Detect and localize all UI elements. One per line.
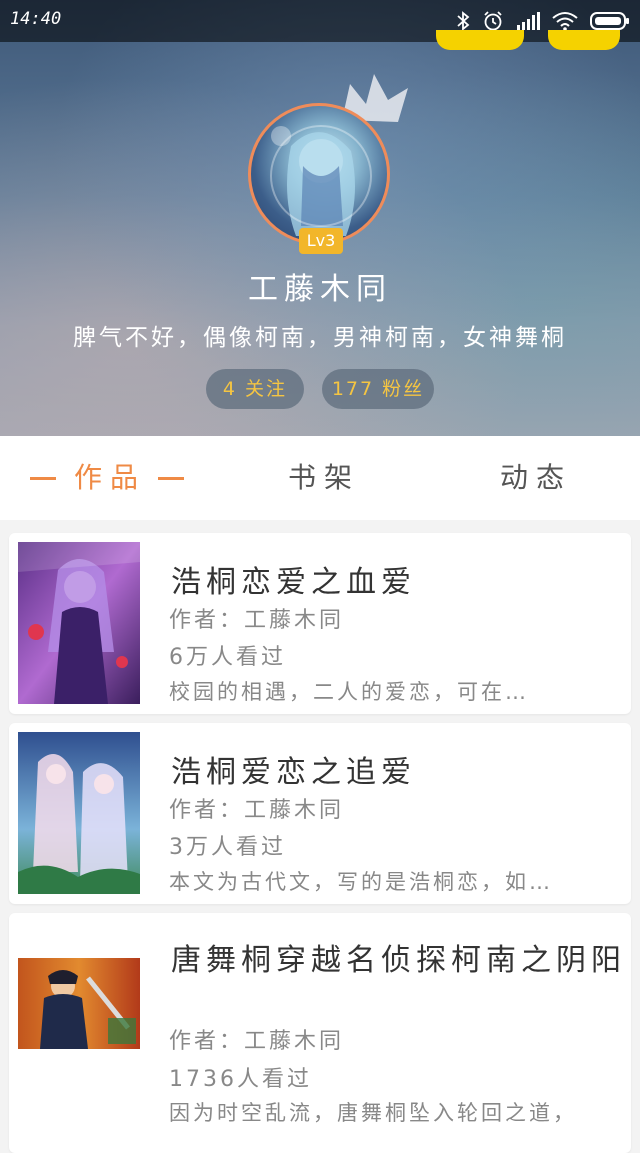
bluetooth-icon xyxy=(457,11,470,31)
book-title[interactable]: 唐舞桐穿越名侦探柯南之阴阳 xyxy=(171,935,631,979)
top-action-left[interactable] xyxy=(436,30,524,50)
tab-activity[interactable]: 动态 xyxy=(500,436,572,520)
active-tab-dash-left xyxy=(30,477,56,480)
book-views: 3万人看过 xyxy=(169,835,286,860)
top-action-right[interactable] xyxy=(548,30,620,50)
book-card[interactable]: 浩桐爱恋之追爱 作者：工藤木同 3万人看过 本文为古代文，写的是浩桐恋，如… xyxy=(9,723,631,904)
battery-icon xyxy=(590,12,629,30)
avatar-illustration xyxy=(270,125,372,236)
book-cover[interactable] xyxy=(18,958,140,1049)
book-title[interactable]: 浩桐恋爱之血爱 xyxy=(171,557,416,601)
book-cover[interactable] xyxy=(18,732,140,894)
book-views: 6万人看过 xyxy=(169,645,286,670)
wifi-icon xyxy=(552,12,578,31)
book-author: 作者：工藤木同 xyxy=(169,1029,345,1054)
book-views: 1736人看过 xyxy=(169,1067,312,1092)
active-tab-dash-right xyxy=(158,477,184,480)
tab-works[interactable]: 作品 xyxy=(74,436,146,520)
book-card[interactable]: 唐舞桐穿越名侦探柯南之阴阳 作者：工藤木同 1736人看过 因为时空乱流，唐舞桐… xyxy=(9,913,631,1153)
book-card[interactable]: 浩桐恋爱之血爱 作者：工藤木同 6万人看过 校园的相遇，二人的爱恋，可在… xyxy=(9,533,631,714)
profile-tabs: 作品 书架 动态 xyxy=(0,436,640,520)
book-description: 校园的相遇，二人的爱恋，可在… xyxy=(169,680,529,704)
book-description: 本文为古代文，写的是浩桐恋，如… xyxy=(169,870,553,894)
book-title[interactable]: 浩桐爱恋之追爱 xyxy=(171,747,416,791)
alarm-icon xyxy=(484,11,502,31)
avatar[interactable] xyxy=(248,103,390,245)
status-time: 14:40 xyxy=(10,9,62,29)
book-author: 作者：工藤木同 xyxy=(169,608,345,633)
cover-illustration xyxy=(18,958,140,1049)
tab-bookshelf[interactable]: 书架 xyxy=(288,436,360,520)
book-description: 因为时空乱流，唐舞桐坠入轮回之道， xyxy=(169,1101,577,1125)
followers-count[interactable]: 177 粉丝 xyxy=(322,369,434,409)
status-bar: 14:40 xyxy=(0,0,640,42)
user-bio: 脾气不好，偶像柯南，男神柯南，女神舞桐 xyxy=(73,325,567,351)
cover-illustration xyxy=(18,542,140,704)
following-count[interactable]: 4 关注 xyxy=(206,369,304,409)
cover-illustration xyxy=(18,732,140,894)
avatar-wrap[interactable] xyxy=(248,103,390,245)
book-author: 作者：工藤木同 xyxy=(169,798,345,823)
book-cover[interactable] xyxy=(18,542,140,704)
profile-header: 14:40 Lv3 工藤木同 脾气不好，偶像柯南，男神柯南，女神舞桐 4 关注 … xyxy=(0,0,640,436)
level-badge: Lv3 xyxy=(299,228,343,254)
username: 工藤木同 xyxy=(248,272,392,307)
signal-icon xyxy=(517,12,540,30)
